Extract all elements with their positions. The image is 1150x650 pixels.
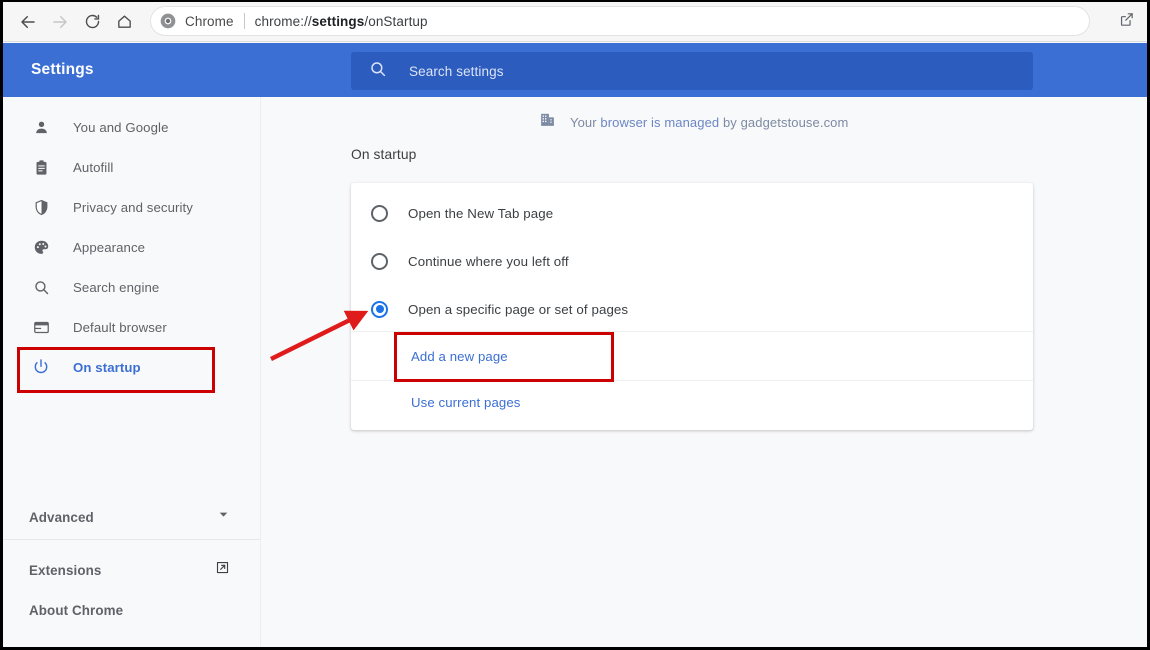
back-arrow-icon xyxy=(19,13,37,31)
advanced-label: Advanced xyxy=(29,509,94,525)
home-button[interactable] xyxy=(109,7,139,37)
browser-window: Chrome chrome://settings/onStartup Setti… xyxy=(0,0,1150,650)
sidebar-item-about-chrome[interactable]: About Chrome xyxy=(3,590,260,630)
magnifier-icon xyxy=(31,279,51,296)
page-title: Settings xyxy=(31,61,94,78)
settings-sidebar: You and Google Autofill Privacy and secu… xyxy=(3,97,261,647)
palette-icon xyxy=(31,239,51,256)
omnibox-scope-label: Chrome xyxy=(185,13,234,29)
search-settings-input[interactable]: Search settings xyxy=(351,52,1033,90)
home-icon xyxy=(116,13,133,30)
managed-prefix: Your xyxy=(570,114,601,130)
search-icon xyxy=(369,60,387,83)
sidebar-item-label: Appearance xyxy=(73,239,146,255)
sidebar-nav-list: You and Google Autofill Privacy and secu… xyxy=(3,107,260,387)
managed-banner-text: Your browser is managed by gadgetstouse.… xyxy=(570,115,848,130)
sidebar-item-extensions[interactable]: Extensions xyxy=(3,550,260,590)
url-prefix: chrome:// xyxy=(254,13,312,29)
forward-button[interactable] xyxy=(45,7,75,37)
settings-header: Settings Search settings xyxy=(3,43,1147,97)
sidebar-item-label: Extensions xyxy=(29,562,102,578)
card-divider xyxy=(351,331,1033,332)
share-button[interactable] xyxy=(1113,10,1139,34)
card-divider xyxy=(351,380,1033,381)
search-placeholder: Search settings xyxy=(409,63,504,79)
address-bar[interactable]: Chrome chrome://settings/onStartup xyxy=(151,7,1089,35)
use-current-pages-link[interactable]: Use current pages xyxy=(411,395,520,410)
option-continue-where-you-left-off[interactable]: Continue where you left off xyxy=(351,237,1033,285)
section-title: On startup xyxy=(351,147,417,162)
forward-arrow-icon xyxy=(51,13,69,31)
reload-button[interactable] xyxy=(77,7,107,37)
sidebar-item-privacy-and-security[interactable]: Privacy and security xyxy=(3,187,260,227)
sidebar-item-you-and-google[interactable]: You and Google xyxy=(3,107,260,147)
on-startup-card: Open the New Tab page Continue where you… xyxy=(351,183,1033,430)
share-icon xyxy=(1118,11,1135,33)
sidebar-item-search-engine[interactable]: Search engine xyxy=(3,267,260,307)
url-suffix: /onStartup xyxy=(364,13,428,29)
managed-browser-banner: Your browser is managed by gadgetstouse.… xyxy=(539,111,848,133)
option-open-new-tab-page[interactable]: Open the New Tab page xyxy=(351,189,1033,237)
add-a-new-page-link[interactable]: Add a new page xyxy=(411,349,508,364)
sidebar-item-advanced[interactable]: Advanced xyxy=(3,497,260,537)
url-bold-segment: settings xyxy=(311,13,365,29)
option-label: Open a specific page or set of pages xyxy=(408,301,629,317)
option-label: Continue where you left off xyxy=(408,253,569,269)
back-button[interactable] xyxy=(13,7,43,37)
sidebar-item-label: Autofill xyxy=(73,159,114,175)
option-label: Open the New Tab page xyxy=(408,205,554,221)
sidebar-item-label: Search engine xyxy=(73,279,160,295)
building-icon xyxy=(539,111,556,133)
shield-icon xyxy=(31,199,51,216)
sidebar-item-default-browser[interactable]: Default browser xyxy=(3,307,260,347)
sidebar-item-label: Default browser xyxy=(73,319,167,335)
external-link-icon xyxy=(215,560,230,580)
sidebar-item-on-startup[interactable]: On startup xyxy=(3,347,260,387)
sidebar-item-label: On startup xyxy=(73,359,141,375)
sidebar-item-label: About Chrome xyxy=(29,602,124,618)
radio-selected-icon[interactable] xyxy=(371,300,388,318)
sidebar-item-label: Privacy and security xyxy=(73,199,193,215)
navigation-buttons xyxy=(3,7,139,37)
sidebar-item-label: You and Google xyxy=(73,119,169,135)
chrome-logo-icon xyxy=(160,13,176,29)
browser-window-icon xyxy=(31,319,51,336)
option-open-specific-page[interactable]: Open a specific page or set of pages xyxy=(351,285,1033,333)
omnibox-url: chrome://settings/onStartup xyxy=(255,14,428,29)
chevron-down-icon xyxy=(217,508,230,526)
omnibox-separator xyxy=(243,13,245,29)
sidebar-item-autofill[interactable]: Autofill xyxy=(3,147,260,187)
managed-highlight: browser is managed xyxy=(600,114,720,130)
sidebar-item-appearance[interactable]: Appearance xyxy=(3,227,260,267)
sidebar-bottom-list: Extensions About Chrome xyxy=(3,550,260,630)
settings-main-panel: Your browser is managed by gadgetstouse.… xyxy=(261,97,1147,647)
browser-toolbar: Chrome chrome://settings/onStartup xyxy=(3,2,1147,42)
content-area: You and Google Autofill Privacy and secu… xyxy=(3,97,1147,647)
clipboard-icon xyxy=(31,159,51,176)
sidebar-divider xyxy=(3,539,260,540)
radio-unselected-icon[interactable] xyxy=(371,204,388,222)
radio-unselected-icon[interactable] xyxy=(371,252,388,270)
reload-icon xyxy=(84,13,101,30)
managed-suffix: by gadgetstouse.com xyxy=(719,114,849,130)
person-icon xyxy=(31,119,51,136)
power-icon xyxy=(31,358,51,376)
